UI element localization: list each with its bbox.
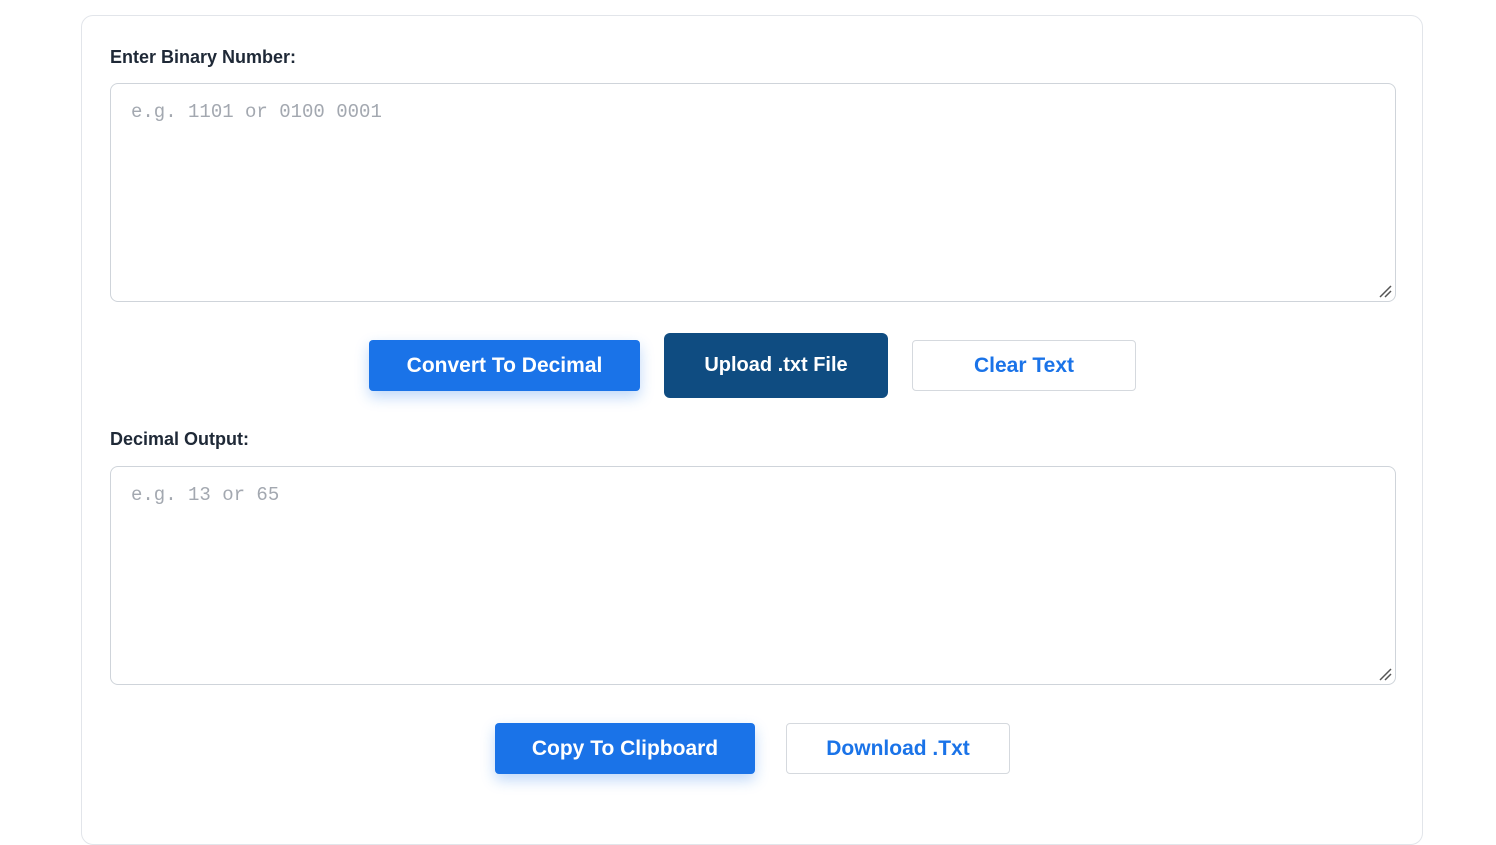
upload-txt-file-button[interactable]: Upload .txt File <box>664 333 888 398</box>
binary-input[interactable] <box>111 84 1395 301</box>
binary-input-container <box>110 83 1396 302</box>
decimal-output-container <box>110 466 1396 685</box>
resize-handle-icon[interactable] <box>1378 667 1392 681</box>
convert-to-decimal-button[interactable]: Convert To Decimal <box>369 340 640 391</box>
download-txt-button[interactable]: Download .Txt <box>786 723 1010 774</box>
decimal-output[interactable] <box>111 467 1395 684</box>
decimal-output-label: Decimal Output: <box>110 429 250 449</box>
clear-text-button[interactable]: Clear Text <box>912 340 1136 391</box>
binary-input-label: Enter Binary Number: <box>110 47 297 67</box>
resize-handle-icon[interactable] <box>1378 284 1392 298</box>
copy-to-clipboard-button[interactable]: Copy To Clipboard <box>495 723 755 774</box>
